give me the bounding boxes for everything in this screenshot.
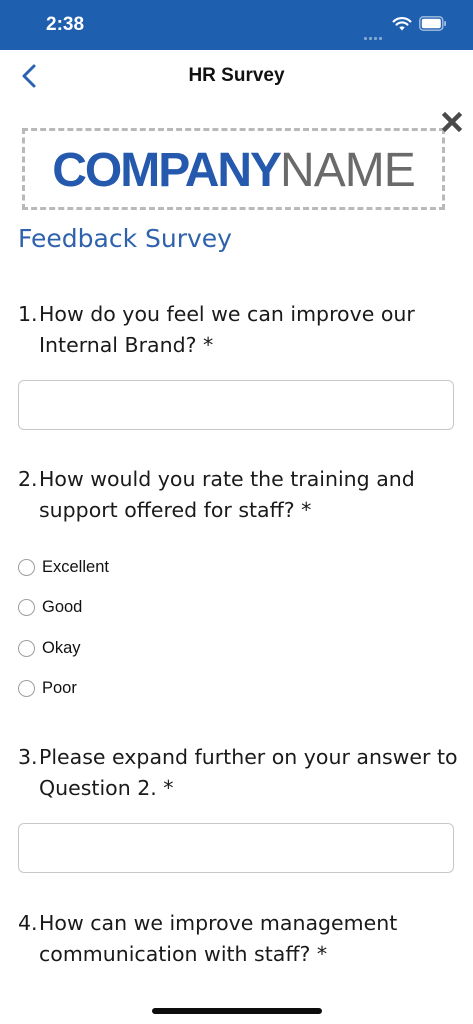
question-number: 2. (18, 467, 38, 491)
battery-icon (419, 16, 446, 31)
question-3: 3. Please expand further on your answer … (18, 742, 463, 804)
nav-bar: HR Survey (0, 50, 473, 102)
status-bar: 2:38 (0, 0, 473, 50)
question-1: 1. How do you feel we can improve our In… (18, 299, 463, 361)
radio-label: Excellent (42, 557, 109, 576)
question-number: 3. (18, 745, 38, 769)
question-text: How do you feel we can improve our Inter… (39, 302, 415, 357)
question-4: 4. How can we improve management communi… (18, 908, 463, 970)
signal-icon (364, 27, 386, 40)
radio-option-okay[interactable]: Okay (18, 636, 81, 660)
company-logo: COMPANYNAME (22, 128, 445, 210)
home-indicator[interactable] (152, 1008, 322, 1014)
logo-company-text: COMPANY (52, 144, 282, 197)
question-3-answer-input[interactable] (18, 823, 454, 873)
question-text: Please expand further on your answer to … (39, 745, 458, 800)
radio-label: Good (42, 597, 83, 616)
wifi-icon (392, 17, 412, 31)
question-2: 2. How would you rate the training and s… (18, 464, 463, 526)
question-number: 4. (18, 911, 38, 935)
radio-label: Okay (42, 638, 81, 657)
radio-option-good[interactable]: Good (18, 595, 82, 619)
question-text: How would you rate the training and supp… (39, 467, 415, 522)
radio-label: Poor (42, 678, 77, 697)
radio-button[interactable] (18, 558, 35, 576)
status-time: 2:38 (46, 14, 85, 35)
radio-option-excellent[interactable]: Excellent (18, 555, 109, 579)
question-text: How can we improve management communicat… (39, 911, 398, 966)
survey-title: Feedback Survey (18, 224, 232, 253)
question-1-answer-input[interactable] (18, 380, 454, 430)
logo-text: COMPANYNAME (25, 143, 442, 199)
page-title: HR Survey (188, 65, 285, 86)
radio-button[interactable] (18, 679, 35, 697)
radio-button[interactable] (18, 639, 35, 657)
close-icon[interactable] (440, 110, 464, 134)
radio-button[interactable] (18, 598, 35, 616)
question-number: 1. (18, 302, 38, 326)
logo-name-text: NAME (280, 144, 416, 197)
radio-option-poor[interactable]: Poor (18, 676, 77, 700)
